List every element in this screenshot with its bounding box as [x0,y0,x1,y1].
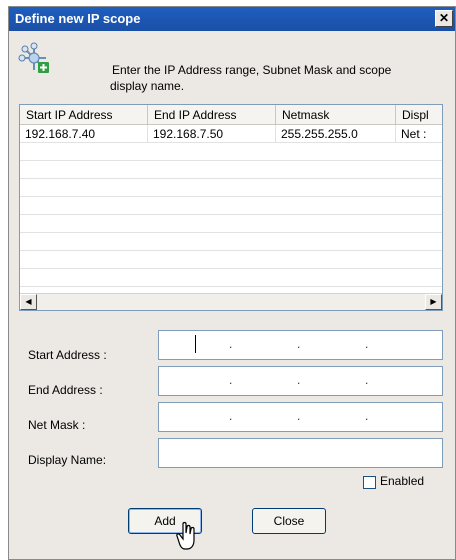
enabled-label[interactable]: Enabled [380,474,424,488]
cell-netmask: 255.255.255.0 [276,125,396,143]
start-address-input[interactable]: . . . [158,330,443,360]
ip-scope-list[interactable]: Start IP Address End IP Address Netmask … [19,104,443,311]
instruction-text: Enter the IP Address range, Subnet Mask … [110,63,392,93]
table-row-empty [20,197,442,215]
window-title: Define new IP scope [15,11,141,26]
column-end-ip[interactable]: End IP Address [148,105,276,125]
table-row-empty [20,179,442,197]
table-row-empty [20,233,442,251]
table-row-empty [20,269,442,287]
column-netmask[interactable]: Netmask [276,105,396,125]
close-icon[interactable]: ✕ [435,10,453,27]
table-row-empty [20,143,442,161]
scroll-right-icon[interactable]: ▶ [425,294,442,310]
scroll-left-icon[interactable]: ◀ [20,294,37,310]
title-bar[interactable]: Define new IP scope ✕ [9,7,455,31]
table-row[interactable]: 192.168.7.40 192.168.7.50 255.255.255.0 … [20,125,442,143]
mouse-pointer-icon [176,521,195,550]
end-address-input[interactable]: . . . [158,366,443,396]
start-address-label: Start Address : [28,348,107,362]
cell-display: Net : [401,127,427,141]
cell-start-ip: 192.168.7.40 [20,125,148,143]
close-button[interactable]: Close [252,508,326,534]
column-start-ip[interactable]: Start IP Address [20,105,148,125]
network-add-icon [18,42,49,73]
display-name-input[interactable] [158,438,443,468]
cell-end-ip: 192.168.7.50 [148,125,276,143]
list-header: Start IP Address End IP Address Netmask … [20,105,442,125]
end-address-label: End Address : [28,383,103,397]
table-row-empty [20,161,442,179]
display-name-label: Display Name: [28,453,107,467]
column-display[interactable]: Displ [396,105,442,125]
net-mask-label: Net Mask : [28,418,86,432]
table-row-empty [20,215,442,233]
net-mask-input[interactable]: . . . [158,402,443,432]
horizontal-scrollbar[interactable]: ◀ ▶ [20,293,442,310]
enabled-checkbox[interactable] [363,476,376,489]
text-caret [195,335,196,353]
table-row-empty [20,251,442,269]
